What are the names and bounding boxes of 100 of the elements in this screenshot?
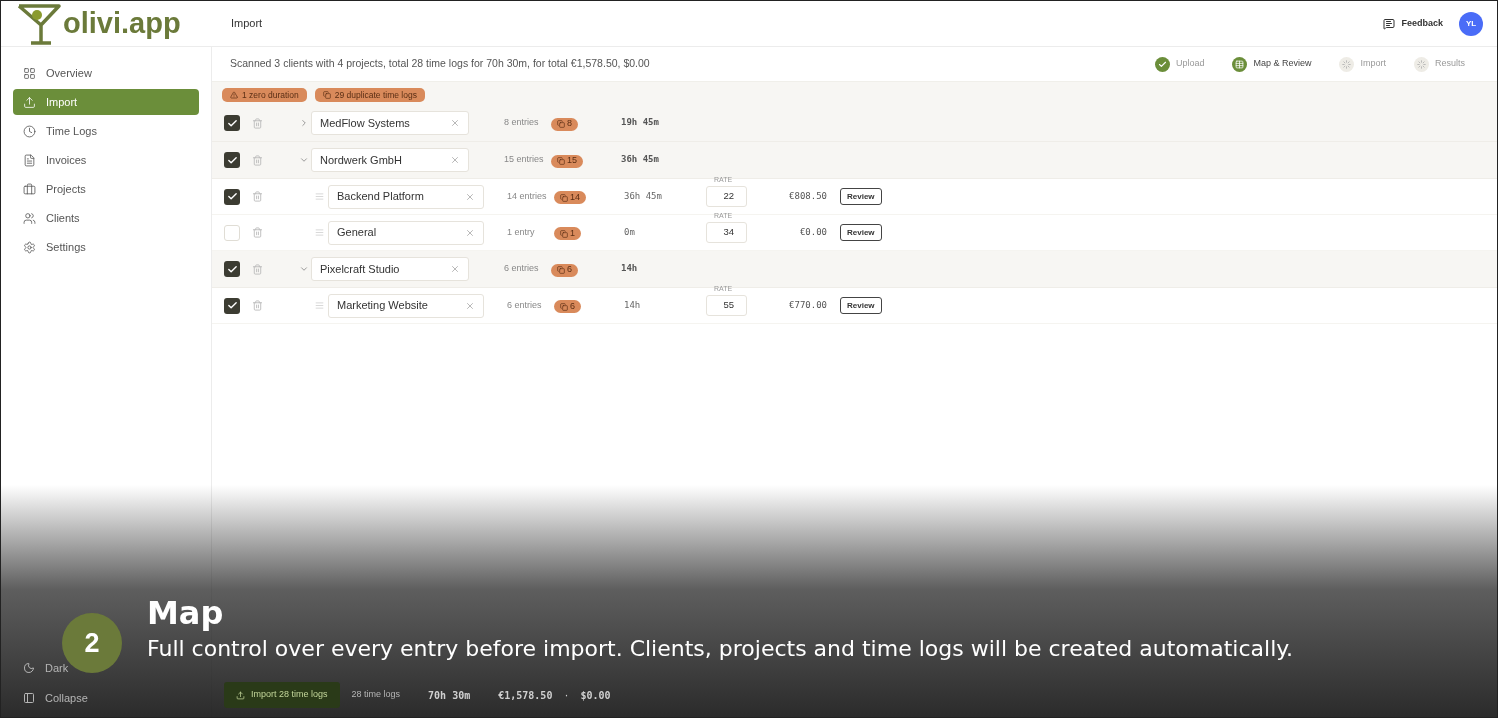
trash-icon	[252, 300, 263, 311]
step-label: Upload	[1175, 57, 1205, 71]
duration: 14h	[621, 262, 638, 276]
nav-icon	[23, 153, 36, 167]
message-icon	[1383, 17, 1396, 30]
clear-icon	[450, 264, 460, 274]
time-log-count: 28 time logs	[351, 688, 401, 702]
copy-icon	[322, 91, 331, 99]
check-icon	[226, 154, 238, 166]
logo-text: olivi.app	[63, 9, 181, 38]
name-field[interactable]: General	[328, 220, 484, 245]
name-field[interactable]: MedFlow Systems	[311, 111, 469, 135]
step-label: Map & Review	[1253, 57, 1312, 71]
nav-icon	[23, 240, 36, 254]
moon-icon	[23, 662, 35, 674]
copy-icon	[557, 120, 565, 128]
copy-icon	[557, 157, 565, 165]
duplicate-badge: 15	[551, 154, 583, 168]
trash-icon	[252, 191, 263, 202]
name-field[interactable]: Nordwerk GmbH	[311, 148, 469, 172]
duration: 36h 45m	[621, 153, 659, 167]
copy-icon	[560, 302, 568, 311]
checkbox[interactable]	[224, 188, 240, 205]
entry-count: 6 entries	[504, 262, 540, 276]
total-duration: 70h 30m	[428, 688, 471, 703]
checkbox[interactable]	[224, 152, 240, 168]
amount: €808.50	[788, 189, 827, 203]
nav-item[interactable]: Time Logs	[13, 118, 199, 144]
nav-item[interactable]: Import	[13, 89, 199, 115]
total-eur: €1,578.50	[498, 688, 553, 703]
amount: €770.00	[788, 298, 827, 312]
step-label: Results	[1435, 57, 1465, 71]
martini-glass-icon	[17, 2, 61, 45]
checkbox[interactable]	[224, 224, 240, 241]
rate-field[interactable]: 34	[706, 222, 747, 243]
duration: 14h	[624, 298, 642, 312]
clear-icon	[465, 300, 475, 311]
entry-count: 15 entries	[504, 153, 545, 167]
caption-title: Map	[147, 593, 225, 634]
nav-item[interactable]: Projects	[13, 176, 199, 202]
duration: 0m	[624, 225, 636, 239]
review-button[interactable]: Review	[840, 188, 882, 205]
feedback-button[interactable]: Feedback	[1383, 16, 1443, 31]
clear-icon	[465, 227, 475, 238]
check-icon	[226, 191, 238, 202]
amount: €0.00	[798, 225, 827, 239]
clear-icon	[465, 191, 475, 202]
drag-handle-icon	[315, 301, 324, 310]
clear-icon	[450, 155, 460, 165]
nav-icon	[23, 182, 36, 196]
nav-icon	[23, 124, 36, 138]
nav-item[interactable]: Clients	[13, 205, 199, 231]
import-button[interactable]: Import 28 time logs	[224, 682, 340, 708]
trash-icon	[252, 117, 263, 129]
upload-icon	[236, 690, 245, 700]
name-field[interactable]: Pixelcraft Studio	[311, 257, 469, 281]
warning-badge: 29 duplicate time logs	[314, 88, 425, 102]
trash-icon	[252, 154, 263, 166]
nav-item[interactable]: Settings	[13, 234, 199, 260]
review-button[interactable]: Review	[840, 224, 882, 241]
entry-count: 8 entries	[504, 116, 540, 130]
entry-count: 1 entry	[507, 225, 536, 239]
nav-icon	[23, 66, 36, 80]
name-field[interactable]: Marketing Website	[328, 293, 484, 318]
review-button[interactable]: Review	[840, 297, 882, 314]
warning-badge: 1 zero duration	[222, 88, 307, 102]
checkbox[interactable]	[224, 261, 240, 277]
copy-icon	[560, 193, 568, 202]
checkbox[interactable]	[224, 115, 240, 131]
trash-icon	[252, 227, 263, 238]
copy-icon	[557, 266, 565, 274]
entry-count: 14 entries	[507, 189, 548, 203]
sidebar-footer-item[interactable]: Collapse	[13, 687, 199, 709]
entry-count: 6 entries	[507, 298, 543, 312]
avatar[interactable]: YL	[1459, 11, 1483, 36]
nav-icon	[23, 95, 36, 109]
copy-icon	[560, 229, 568, 238]
page-title: Import	[231, 16, 263, 32]
trash-icon	[252, 263, 263, 275]
nav-item[interactable]: Overview	[13, 60, 199, 86]
duplicate-badge: 1	[554, 227, 581, 240]
duplicate-badge: 6	[554, 300, 581, 313]
checkbox[interactable]	[224, 297, 240, 314]
duplicate-badge: 8	[551, 117, 578, 131]
name-field[interactable]: Backend Platform	[328, 184, 484, 209]
total-usd: $0.00	[580, 688, 611, 703]
nav-item[interactable]: Invoices	[13, 147, 199, 173]
nav-icon	[23, 211, 36, 225]
check-icon	[226, 300, 238, 311]
warning-icon	[230, 91, 238, 99]
drag-handle-icon	[315, 228, 324, 237]
duration: 19h 45m	[621, 116, 659, 130]
step-label: Import	[1360, 57, 1386, 71]
rate-field[interactable]: 55	[706, 295, 747, 316]
rate-field[interactable]: 22	[706, 186, 747, 207]
panel-icon	[23, 692, 35, 704]
separator: ·	[564, 687, 569, 704]
check-icon	[226, 117, 238, 129]
drag-handle-icon	[315, 192, 324, 201]
clear-icon	[450, 118, 460, 128]
